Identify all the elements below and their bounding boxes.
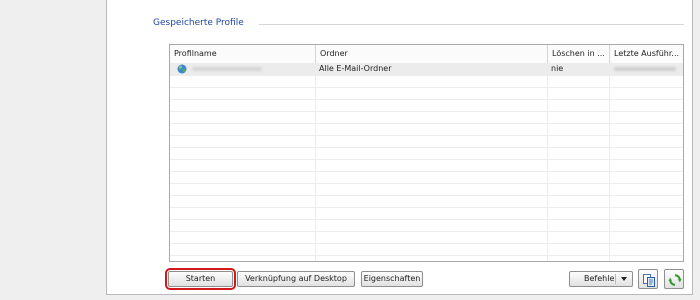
globe-icon: [177, 64, 187, 74]
last-run-redacted: [614, 67, 676, 71]
chevron-down-icon: [621, 277, 627, 281]
properties-button[interactable]: Eigenschaften: [361, 271, 423, 287]
desktop-shortcut-button[interactable]: Verknüpfung auf Desktop: [237, 271, 355, 287]
start-button[interactable]: Starten: [165, 268, 236, 290]
profiles-panel: Gespeicherte Profile Profilname Ordner L…: [106, 0, 693, 295]
column-header-profile-name[interactable]: Profilname: [170, 45, 315, 63]
folder-cell: Alle E-Mail-Ordner: [319, 64, 392, 73]
column-header-delete-in[interactable]: Löschen in ...: [547, 45, 609, 63]
profile-name-redacted: [192, 67, 262, 71]
left-background: [0, 0, 106, 300]
column-header-last-run[interactable]: Letzte Ausführ...: [609, 45, 683, 63]
copy-icon: [643, 274, 655, 287]
group-divider: [259, 24, 684, 25]
right-background: [693, 0, 700, 300]
refresh-button[interactable]: [664, 269, 684, 289]
delete-in-cell: nie: [551, 64, 564, 73]
last-run-cell: [609, 63, 683, 75]
profiles-table[interactable]: Profilname Ordner Löschen in ... Letzte …: [169, 44, 684, 262]
column-header-folder[interactable]: Ordner: [315, 45, 547, 63]
refresh-icon: [668, 274, 682, 286]
copy-button[interactable]: [638, 269, 658, 289]
dropdown-separator: [615, 274, 616, 284]
group-title: Gespeicherte Profile: [153, 18, 244, 28]
table-row-empty: [170, 243, 683, 256]
profile-name-cell: [170, 63, 315, 75]
table-header: Profilname Ordner Löschen in ... Letzte …: [170, 45, 683, 64]
table-body: Alle E-Mail-Ordner nie: [170, 63, 683, 261]
commands-label: Befehle: [584, 274, 615, 283]
commands-dropdown-button[interactable]: Befehle: [569, 271, 633, 287]
